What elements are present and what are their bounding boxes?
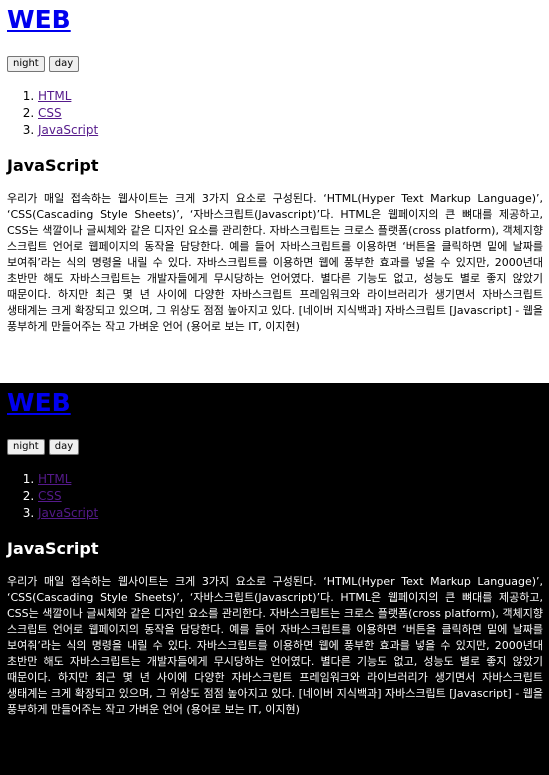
nav-item: JavaScript <box>38 122 543 139</box>
nav-item: JavaScript <box>38 505 543 522</box>
night-mode-page: WEB night day HTML CSS JavaScript JavaSc… <box>0 383 549 775</box>
night-button[interactable]: night <box>7 439 45 455</box>
nav-item: CSS <box>38 105 543 122</box>
nav-link-html[interactable]: HTML <box>38 472 71 486</box>
nav-list: HTML CSS JavaScript <box>7 88 543 139</box>
section-heading: JavaScript <box>7 156 99 175</box>
nav-item: HTML <box>38 471 543 488</box>
nav-link-css[interactable]: CSS <box>38 489 62 503</box>
day-button[interactable]: day <box>48 56 80 72</box>
day-button[interactable]: day <box>48 439 80 455</box>
theme-buttons: night day <box>7 439 543 457</box>
nav-item: HTML <box>38 88 543 105</box>
article-body: 우리가 매일 접속하는 웹사이트는 크게 3가지 요소로 구성된다. ‘HTML… <box>7 192 543 333</box>
article-body: 우리가 매일 접속하는 웹사이트는 크게 3가지 요소로 구성된다. ‘HTML… <box>7 575 543 716</box>
nav-link-html[interactable]: HTML <box>38 89 71 103</box>
night-button[interactable]: night <box>7 56 45 72</box>
theme-buttons: night day <box>7 56 543 74</box>
site-title-link[interactable]: WEB <box>7 388 71 417</box>
nav-item: CSS <box>38 488 543 505</box>
nav-link-javascript[interactable]: JavaScript <box>38 123 98 137</box>
nav-list: HTML CSS JavaScript <box>7 471 543 522</box>
day-mode-page: WEB night day HTML CSS JavaScript JavaSc… <box>0 0 549 383</box>
site-title-link[interactable]: WEB <box>7 5 71 34</box>
site-title: WEB <box>7 4 543 36</box>
section-heading: JavaScript <box>7 539 99 558</box>
site-title: WEB <box>7 387 543 419</box>
nav-link-css[interactable]: CSS <box>38 106 62 120</box>
nav-link-javascript[interactable]: JavaScript <box>38 506 98 520</box>
